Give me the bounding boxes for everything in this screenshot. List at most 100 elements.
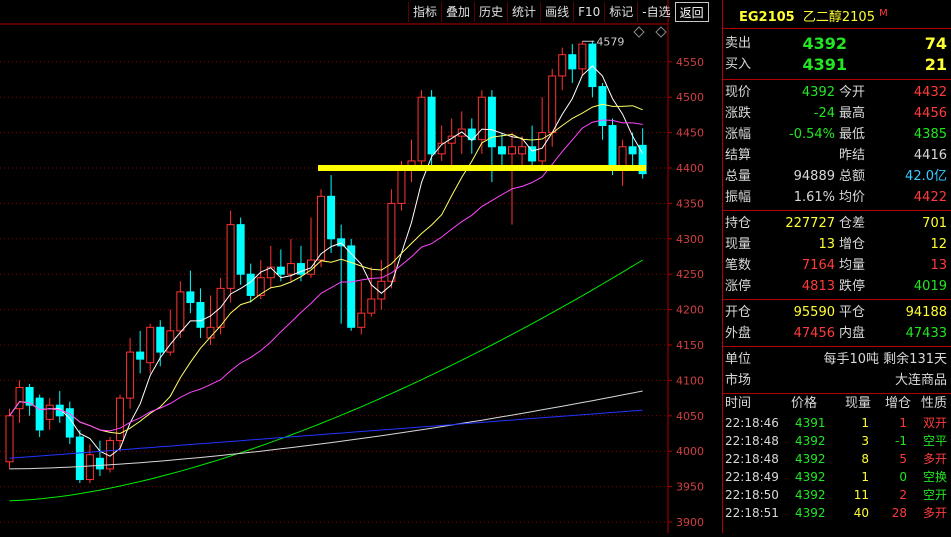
candle-body — [45, 404, 54, 420]
candle-body — [347, 245, 356, 328]
stat-value: 4392 — [801, 85, 835, 100]
open-close-stats: 开仓 95590 平仓 94188 外盘 47456 内盘 47433 — [723, 300, 951, 347]
stat-value: 12 — [930, 237, 947, 252]
contract-info: 单位 每手10吨 剩余131天 市场 大连商品 — [723, 347, 951, 394]
chart-toolbar: 指标 叠加 历史 统计 画线 F10 标记 -自选 返回 — [408, 2, 709, 22]
stat-label: 均量 — [839, 258, 866, 273]
trade-nature: 多开 — [922, 506, 947, 520]
stat-label: 涨幅 — [725, 127, 752, 142]
diamond-icon — [655, 26, 667, 38]
stats1-row: 涨跌 -24 最高 4456 — [723, 103, 951, 124]
trade-row: 22:18:50 4392 11 2 空开 — [723, 486, 951, 504]
candle-body — [35, 397, 44, 431]
candle-body — [477, 96, 486, 141]
col-increase: 增仓 — [885, 396, 912, 411]
candle-body — [528, 146, 537, 162]
trade-time: 22:18:48 — [725, 452, 779, 466]
y-tick-label: 4050 — [676, 410, 704, 423]
candle-body — [387, 202, 396, 282]
ask-row: 卖出 4392 74 — [723, 33, 951, 54]
stat-value: 4385 — [913, 127, 947, 142]
stat-value: 1.61% — [793, 190, 835, 205]
history-button[interactable]: 历史 — [474, 2, 507, 22]
trade-price: 4392 — [795, 470, 826, 484]
col-price: 价格 — [791, 396, 818, 411]
stats2-row: 持仓 227727 仓差 701 — [723, 213, 951, 234]
add-watchlist-button[interactable]: -自选 — [637, 2, 674, 22]
stat-value: 4432 — [913, 85, 947, 100]
price-stats: 现价 4392 今开 4432 涨跌 -24 最高 4456 涨幅 -0.54% 最低 4385 结算 昨… — [723, 80, 951, 211]
trades-header: 时间 价格 现量 增仓 性质 — [723, 394, 951, 414]
unit-row: 单位 每手10吨 剩余131天 — [723, 349, 951, 370]
candle-body — [608, 125, 617, 169]
stat-value: 4456 — [913, 106, 947, 121]
y-tick-label: 3950 — [676, 481, 704, 494]
trade-increase: 1 — [899, 416, 907, 430]
stat-value: -24 — [813, 106, 835, 121]
stat-value: 95590 — [793, 305, 835, 320]
stat-label: 涨跌 — [725, 106, 752, 121]
diamond-icon — [633, 26, 645, 38]
bid-row: 买入 4391 21 — [723, 54, 951, 75]
trade-nature: 空开 — [922, 488, 947, 502]
candle-body — [337, 238, 346, 247]
trade-volume: 11 — [853, 488, 869, 502]
trade-volume: 40 — [853, 506, 869, 520]
stat-label: 平仓 — [839, 305, 866, 320]
y-tick-label: 4350 — [676, 197, 704, 210]
trade-price: 4392 — [795, 506, 826, 520]
statistics-button[interactable]: 统计 — [507, 2, 540, 22]
ask-label: 卖出 — [725, 36, 752, 51]
candlestick-chart[interactable]: 4550 4500 4450 4400 4350 4300 4250 4200 4150 4100… — [0, 0, 722, 533]
unit-label: 单位 — [725, 352, 752, 367]
stat-label: 最高 — [839, 106, 866, 121]
candle-body — [578, 43, 587, 70]
chart-canvas[interactable]: 4550 4500 4450 4400 4350 4300 4250 4200 4150 4100… — [0, 0, 722, 533]
market-row: 市场 大连商品 — [723, 370, 951, 391]
stat-value: 94889 — [793, 169, 835, 184]
candle-body — [618, 146, 627, 169]
stat-value: 4813 — [801, 279, 835, 294]
candle-body — [186, 291, 195, 304]
trade-volume: 1 — [861, 470, 869, 484]
stat-value: 4422 — [913, 190, 947, 205]
market-value: 大连商品 — [894, 373, 947, 388]
trade-increase: 5 — [899, 452, 907, 466]
stats1-row: 振幅 1.61% 均价 4422 — [723, 187, 951, 208]
draw-line-button[interactable]: 画线 — [540, 2, 573, 22]
y-tick-label: 3900 — [676, 516, 704, 529]
candle-body — [226, 224, 235, 289]
ask-volume: 74 — [924, 34, 947, 53]
trade-nature: 空换 — [922, 470, 947, 484]
order-book: 卖出 4392 74 买入 4391 21 — [723, 29, 951, 80]
ma10-line — [9, 103, 643, 435]
candle-body — [236, 224, 245, 275]
candle-body — [136, 351, 145, 360]
back-button[interactable]: 返回 — [674, 2, 709, 22]
ma250-line — [9, 409, 643, 459]
trades-list: 22:18:46 4391 1 1 双开 22:18:48 4392 3 -1 空平 22:18:4… — [723, 414, 951, 522]
col-time: 时间 — [725, 396, 752, 411]
candle-body — [377, 280, 386, 300]
trade-price: 4392 — [795, 434, 826, 448]
trade-time: 22:18:51 — [725, 506, 779, 520]
y-tick-label: 4000 — [676, 445, 704, 458]
stat-value: 13 — [818, 237, 835, 252]
stat-value: 227727 — [785, 216, 835, 231]
col-volume: 现量 — [845, 396, 872, 411]
mark-button[interactable]: 标记 — [604, 2, 637, 22]
trade-increase: 0 — [899, 470, 907, 484]
stat-label: 跌停 — [839, 279, 866, 294]
trade-time: 22:18:46 — [725, 416, 779, 430]
indicator-button[interactable]: 指标 — [408, 2, 441, 22]
stats1-row: 涨幅 -0.54% 最低 4385 — [723, 124, 951, 145]
candle-body — [628, 146, 637, 155]
stat-label: 总量 — [725, 169, 752, 184]
bid-label: 买入 — [725, 57, 752, 72]
tick-trades[interactable]: 时间 价格 现量 增仓 性质 22:18:46 4391 1 1 双开 22:18:48 4… — [723, 394, 951, 522]
overlay-button[interactable]: 叠加 — [441, 2, 474, 22]
trade-price: 4392 — [795, 452, 826, 466]
f10-button[interactable]: F10 — [573, 2, 604, 22]
bid-volume: 21 — [924, 55, 947, 74]
stats1-row: 现价 4392 今开 4432 — [723, 82, 951, 103]
